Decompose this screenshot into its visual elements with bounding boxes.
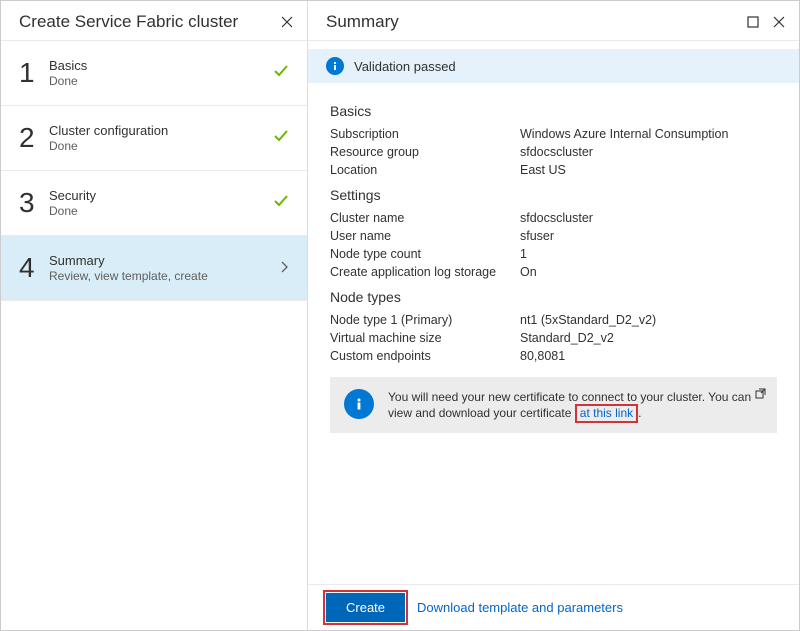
kv-label: Node type count	[330, 247, 520, 261]
section-basics: Basics	[330, 103, 777, 119]
wizard-panel: Create Service Fabric cluster 1 Basics D…	[1, 1, 308, 630]
popout-icon[interactable]	[754, 387, 767, 403]
summary-body: Basics SubscriptionWindows Azure Interna…	[308, 83, 799, 584]
kv-label: Virtual machine size	[330, 331, 520, 345]
summary-header: Summary	[308, 1, 799, 41]
step-subtitle: Done	[49, 204, 273, 218]
step-number: 4	[19, 252, 49, 284]
kv-label: Node type 1 (Primary)	[330, 313, 520, 327]
check-icon	[273, 193, 289, 214]
kv-value: sfdocscluster	[520, 211, 777, 225]
step-title: Security	[49, 188, 273, 203]
close-icon[interactable]	[279, 14, 295, 30]
kv-label: Cluster name	[330, 211, 520, 225]
footer: Create Download template and parameters	[308, 584, 799, 630]
wizard-steps: 1 Basics Done 2 Cluster configuration Do…	[1, 41, 307, 301]
summary-panel: Summary Validation passed Basics Subscri…	[308, 1, 799, 630]
step-subtitle: Review, view template, create	[49, 269, 279, 283]
kv-value: nt1 (5xStandard_D2_v2)	[520, 313, 777, 327]
step-title: Summary	[49, 253, 279, 268]
kv-row: Node type count1	[330, 245, 777, 263]
summary-title: Summary	[326, 12, 399, 32]
cert-text-after: .	[638, 406, 641, 420]
create-button[interactable]: Create	[326, 593, 405, 622]
kv-row: Cluster namesfdocscluster	[330, 209, 777, 227]
step-title: Basics	[49, 58, 273, 73]
validation-banner: Validation passed	[308, 49, 799, 83]
kv-value: Windows Azure Internal Consumption	[520, 127, 777, 141]
cert-text-before: You will need your new certificate to co…	[388, 390, 751, 420]
step-title: Cluster configuration	[49, 123, 273, 138]
kv-value: sfdocscluster	[520, 145, 777, 159]
kv-value: East US	[520, 163, 777, 177]
kv-label: Custom endpoints	[330, 349, 520, 363]
wizard-header: Create Service Fabric cluster	[1, 1, 307, 41]
info-icon	[344, 389, 374, 419]
maximize-icon[interactable]	[745, 14, 761, 30]
step-number: 2	[19, 122, 49, 154]
check-icon	[273, 63, 289, 84]
step-basics[interactable]: 1 Basics Done	[1, 41, 307, 106]
kv-row: User namesfuser	[330, 227, 777, 245]
kv-label: Create application log storage	[330, 265, 520, 279]
kv-value: Standard_D2_v2	[520, 331, 777, 345]
info-icon	[326, 57, 344, 75]
section-settings: Settings	[330, 187, 777, 203]
step-number: 1	[19, 57, 49, 89]
section-nodetypes: Node types	[330, 289, 777, 305]
kv-row: Create application log storageOn	[330, 263, 777, 281]
kv-value: 80,8081	[520, 349, 777, 363]
step-cluster-config[interactable]: 2 Cluster configuration Done	[1, 106, 307, 171]
check-icon	[273, 128, 289, 149]
kv-value: 1	[520, 247, 777, 261]
kv-value: On	[520, 265, 777, 279]
step-security[interactable]: 3 Security Done	[1, 171, 307, 236]
wizard-title: Create Service Fabric cluster	[19, 12, 238, 32]
validation-text: Validation passed	[354, 59, 456, 74]
kv-row: Resource groupsfdocscluster	[330, 143, 777, 161]
step-subtitle: Done	[49, 139, 273, 153]
close-icon[interactable]	[771, 14, 787, 30]
step-subtitle: Done	[49, 74, 273, 88]
kv-label: Subscription	[330, 127, 520, 141]
kv-label: User name	[330, 229, 520, 243]
certificate-text: You will need your new certificate to co…	[388, 389, 763, 421]
kv-row: Node type 1 (Primary)nt1 (5xStandard_D2_…	[330, 311, 777, 329]
step-summary[interactable]: 4 Summary Review, view template, create	[1, 236, 307, 301]
certificate-info: You will need your new certificate to co…	[330, 377, 777, 433]
step-number: 3	[19, 187, 49, 219]
kv-value: sfuser	[520, 229, 777, 243]
kv-label: Resource group	[330, 145, 520, 159]
kv-row: LocationEast US	[330, 161, 777, 179]
kv-row: Virtual machine sizeStandard_D2_v2	[330, 329, 777, 347]
certificate-link[interactable]: at this link	[575, 404, 638, 423]
kv-row: SubscriptionWindows Azure Internal Consu…	[330, 125, 777, 143]
kv-row: Custom endpoints80,8081	[330, 347, 777, 365]
kv-label: Location	[330, 163, 520, 177]
chevron-right-icon	[279, 260, 289, 276]
download-template-link[interactable]: Download template and parameters	[417, 600, 623, 615]
